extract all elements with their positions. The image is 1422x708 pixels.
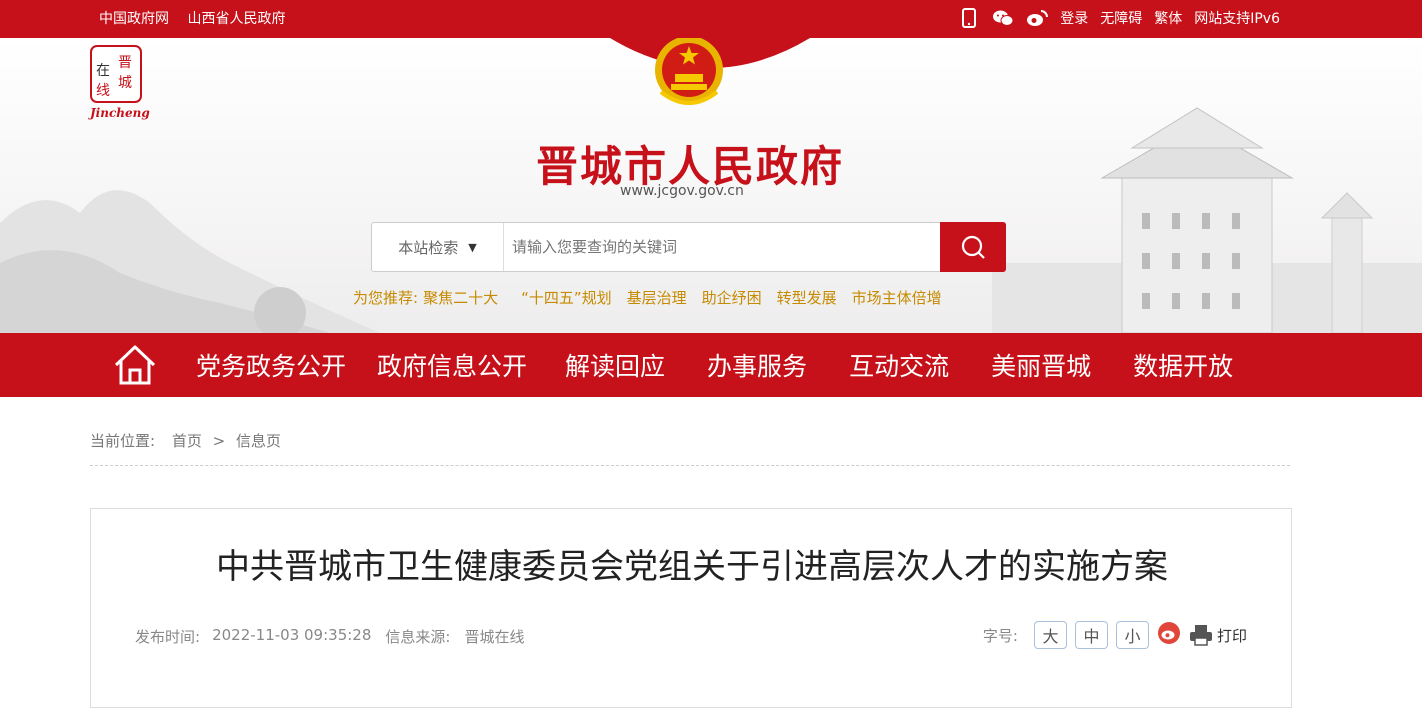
breadcrumb-label: 当前位置:	[90, 432, 156, 450]
search-button[interactable]	[940, 222, 1006, 272]
wechat-icon[interactable]	[992, 7, 1014, 29]
logo-char: 线	[96, 83, 110, 99]
traditional-link[interactable]: 繁体	[1154, 8, 1182, 28]
source-value: 晋城在线	[464, 628, 525, 646]
logo-char: 晋	[118, 55, 132, 71]
breadcrumb-separator: >	[212, 432, 226, 450]
logo-char: 城	[118, 75, 132, 91]
search-scope-label: 本站检索	[398, 238, 459, 257]
weibo-share-icon[interactable]	[1157, 621, 1181, 649]
nav-item-interpretation[interactable]: 解读回应	[565, 347, 665, 383]
nav-item-beautiful-jincheng[interactable]: 美丽晋城	[991, 347, 1091, 383]
home-button[interactable]	[112, 343, 158, 387]
divider	[90, 465, 1290, 466]
article-meta: 发布时间: 2022-11-03 09:35:28 信息来源: 晋城在线	[135, 626, 524, 647]
nav-item-gov-info[interactable]: 政府信息公开	[377, 347, 527, 383]
recommend-item[interactable]: 聚焦二十大	[423, 287, 498, 308]
recommend-item[interactable]: 转型发展	[777, 287, 837, 308]
nav-item-open-data[interactable]: 数据开放	[1133, 347, 1233, 383]
nav-item-party-affairs[interactable]: 党务政务公开	[196, 347, 346, 383]
search-scope-select[interactable]: 本站检索 ▼	[372, 223, 504, 271]
nav-item-services[interactable]: 办事服务	[707, 347, 807, 383]
login-link[interactable]: 登录	[1060, 8, 1088, 28]
source-label: 信息来源:	[385, 628, 451, 646]
site-header: 晋 城 在 线 Jincheng 晋城市人民政府 www.jcgov.gov.c…	[0, 38, 1422, 333]
article-title: 中共晋城市卫生健康委员会党组关于引进高层次人才的实施方案	[216, 547, 1168, 587]
breadcrumb: 当前位置: 首页 > 信息页	[90, 430, 287, 451]
printer-icon	[1189, 625, 1212, 646]
link-gov-cn[interactable]: 中国政府网	[99, 11, 169, 27]
external-links: 中国政府网 山西省人民政府	[99, 8, 299, 28]
publish-time: 2022-11-03 09:35:28	[212, 626, 372, 644]
breadcrumb-home[interactable]: 首页	[172, 432, 202, 450]
print-button[interactable]: 打印	[1189, 624, 1247, 646]
font-size-label: 字号:	[982, 626, 1018, 645]
mobile-icon[interactable]	[958, 7, 980, 29]
recommend-bar: 为您推荐: 聚焦二十大 “十四五”规划 基层治理 助企纾困 转型发展 市场主体倍…	[353, 287, 942, 308]
national-emblem-icon	[651, 38, 727, 110]
font-medium-button[interactable]: 中	[1074, 621, 1108, 649]
search-icon	[961, 235, 985, 259]
publish-time-label: 发布时间:	[135, 628, 201, 646]
ipv6-badge: 网站支持IPv6	[1194, 11, 1280, 27]
recommend-item[interactable]: 基层治理	[627, 287, 687, 308]
logo-char: 在	[96, 63, 110, 79]
search-input[interactable]	[512, 223, 932, 271]
article-tools: 字号: 大 中 小 打印	[983, 621, 1247, 649]
top-bar: 中国政府网 山西省人民政府 登录 无障碍 繁体 网站支持IPv6	[0, 0, 1422, 38]
home-icon	[114, 345, 156, 385]
search-bar: 本站检索 ▼	[371, 222, 1006, 272]
nav-items: 党务政务公开 政府信息公开 解读回应 办事服务 互动交流 美丽晋城 数据开放	[196, 333, 1233, 397]
caret-down-icon: ▼	[468, 240, 477, 254]
link-shanxi-gov[interactable]: 山西省人民政府	[187, 11, 285, 27]
print-label: 打印	[1216, 626, 1247, 645]
font-large-button[interactable]: 大	[1033, 621, 1067, 649]
article-panel: 中共晋城市卫生健康委员会党组关于引进高层次人才的实施方案 发布时间: 2022-…	[90, 508, 1292, 708]
breadcrumb-current: 信息页	[236, 432, 282, 450]
recommend-item[interactable]: 市场主体倍增	[852, 287, 942, 308]
main-nav: 党务政务公开 政府信息公开 解读回应 办事服务 互动交流 美丽晋城 数据开放	[0, 333, 1422, 397]
site-url: www.jcgov.gov.cn	[620, 183, 744, 199]
logo-caption: Jincheng	[90, 106, 150, 120]
nav-item-interaction[interactable]: 互动交流	[849, 347, 949, 383]
weibo-icon[interactable]	[1026, 7, 1049, 29]
jincheng-online-logo[interactable]: 晋 城 在 线 Jincheng	[88, 44, 150, 124]
accessible-link[interactable]: 无障碍	[1100, 8, 1142, 28]
recommend-item[interactable]: 助企纾困	[702, 287, 762, 308]
recommend-label: 为您推荐:	[353, 289, 419, 307]
font-small-button[interactable]: 小	[1115, 621, 1149, 649]
top-tools: 登录 无障碍 繁体 网站支持IPv6	[958, 7, 1280, 29]
recommend-item[interactable]: “十四五”规划	[521, 287, 612, 308]
